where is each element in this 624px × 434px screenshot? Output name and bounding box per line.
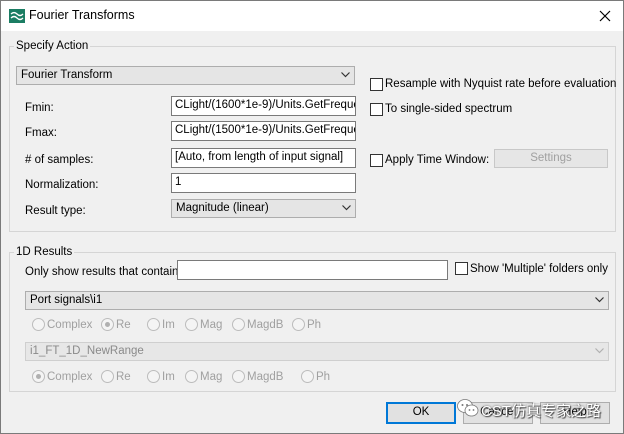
settings-button[interactable]: Settings <box>494 149 608 168</box>
multiple-folders-label: Show 'Multiple' folders only <box>470 263 608 275</box>
folder-select-value: Port signals\i1 <box>30 294 103 306</box>
radio-re-bottom-label: Re <box>116 371 131 383</box>
window-title: Fourier Transforms <box>29 8 135 22</box>
fmax-label: Fmax: <box>25 127 57 139</box>
normalization-label: Normalization: <box>25 179 99 191</box>
chevron-down-icon <box>595 348 604 354</box>
result-type-label: Result type: <box>25 205 86 217</box>
samples-label: # of samples: <box>25 154 94 166</box>
radio-re-top[interactable] <box>101 318 114 331</box>
radio-magdb-bottom-label: MagdB <box>247 371 284 383</box>
radio-magdb-top-label: MagdB <box>247 319 284 331</box>
radio-complex-top-label: Complex <box>47 319 93 331</box>
radio-im-top-label: Im <box>162 319 175 331</box>
radio-ph-bottom-label: Ph <box>316 371 331 383</box>
chevron-down-icon <box>595 297 604 303</box>
wechat-icon <box>457 399 479 417</box>
folder-select[interactable]: Port signals\i1 <box>25 291 609 310</box>
fourier-transforms-dialog: Fourier Transforms Specify Action Fourie… <box>0 0 624 434</box>
radio-im-top[interactable] <box>147 318 160 331</box>
radio-im-bottom[interactable] <box>147 370 160 383</box>
result-select-value: i1_FT_1D_NewRange <box>30 345 144 357</box>
single-sided-label: To single-sided spectrum <box>385 103 513 115</box>
fmax-field[interactable]: CLight/(1500*1e-9)/Units.GetFrequencyUni… <box>171 121 356 141</box>
time-window-label: Apply Time Window: <box>385 154 490 166</box>
radio-mag-top-label: Mag <box>200 319 223 331</box>
radio-complex-top[interactable] <box>32 318 45 331</box>
resample-label: Resample with Nyquist rate before evalua… <box>385 78 617 90</box>
title-bar: Fourier Transforms <box>1 1 623 31</box>
fmin-label: Fmin: <box>25 102 54 114</box>
watermark-text: CST仿真专家之路 <box>481 403 602 420</box>
radio-complex-bottom[interactable] <box>32 370 45 383</box>
result-type-value: Magnitude (linear) <box>176 202 269 214</box>
resample-checkbox[interactable] <box>370 78 383 91</box>
app-icon <box>9 9 25 23</box>
radio-re-top-label: Re <box>116 319 131 331</box>
radio-ph-bottom[interactable] <box>301 370 314 383</box>
action-select[interactable]: Fourier Transform <box>16 66 355 85</box>
radio-complex-bottom-label: Complex <box>47 371 93 383</box>
radio-mag-bottom[interactable] <box>185 370 198 383</box>
time-window-checkbox[interactable] <box>370 154 383 167</box>
results-legend: 1D Results <box>14 246 75 258</box>
chevron-down-icon <box>342 205 351 211</box>
multiple-folders-checkbox[interactable] <box>455 262 468 275</box>
radio-magdb-top[interactable] <box>232 318 245 331</box>
filter-label: Only show results that contain: <box>25 266 182 278</box>
radio-magdb-bottom[interactable] <box>232 370 245 383</box>
filter-input[interactable] <box>177 260 448 280</box>
radio-im-bottom-label: Im <box>162 371 175 383</box>
radio-mag-top[interactable] <box>185 318 198 331</box>
chevron-down-icon <box>341 72 350 78</box>
radio-re-bottom[interactable] <box>101 370 114 383</box>
normalization-field[interactable]: 1 <box>171 173 356 193</box>
radio-mag-bottom-label: Mag <box>200 371 223 383</box>
radio-ph-top[interactable] <box>292 318 305 331</box>
close-icon[interactable] <box>595 6 615 26</box>
fmin-field[interactable]: CLight/(1600*1e-9)/Units.GetFrequencyUni… <box>171 96 356 116</box>
samples-field[interactable]: [Auto, from length of input signal] <box>171 148 356 168</box>
radio-ph-top-label: Ph <box>307 319 322 331</box>
result-type-select[interactable]: Magnitude (linear) <box>171 199 356 218</box>
ok-button[interactable]: OK <box>386 402 456 424</box>
specify-action-legend: Specify Action <box>14 40 91 52</box>
result-select[interactable]: i1_FT_1D_NewRange <box>25 342 609 361</box>
single-sided-checkbox[interactable] <box>370 103 383 116</box>
action-select-value: Fourier Transform <box>21 69 113 81</box>
